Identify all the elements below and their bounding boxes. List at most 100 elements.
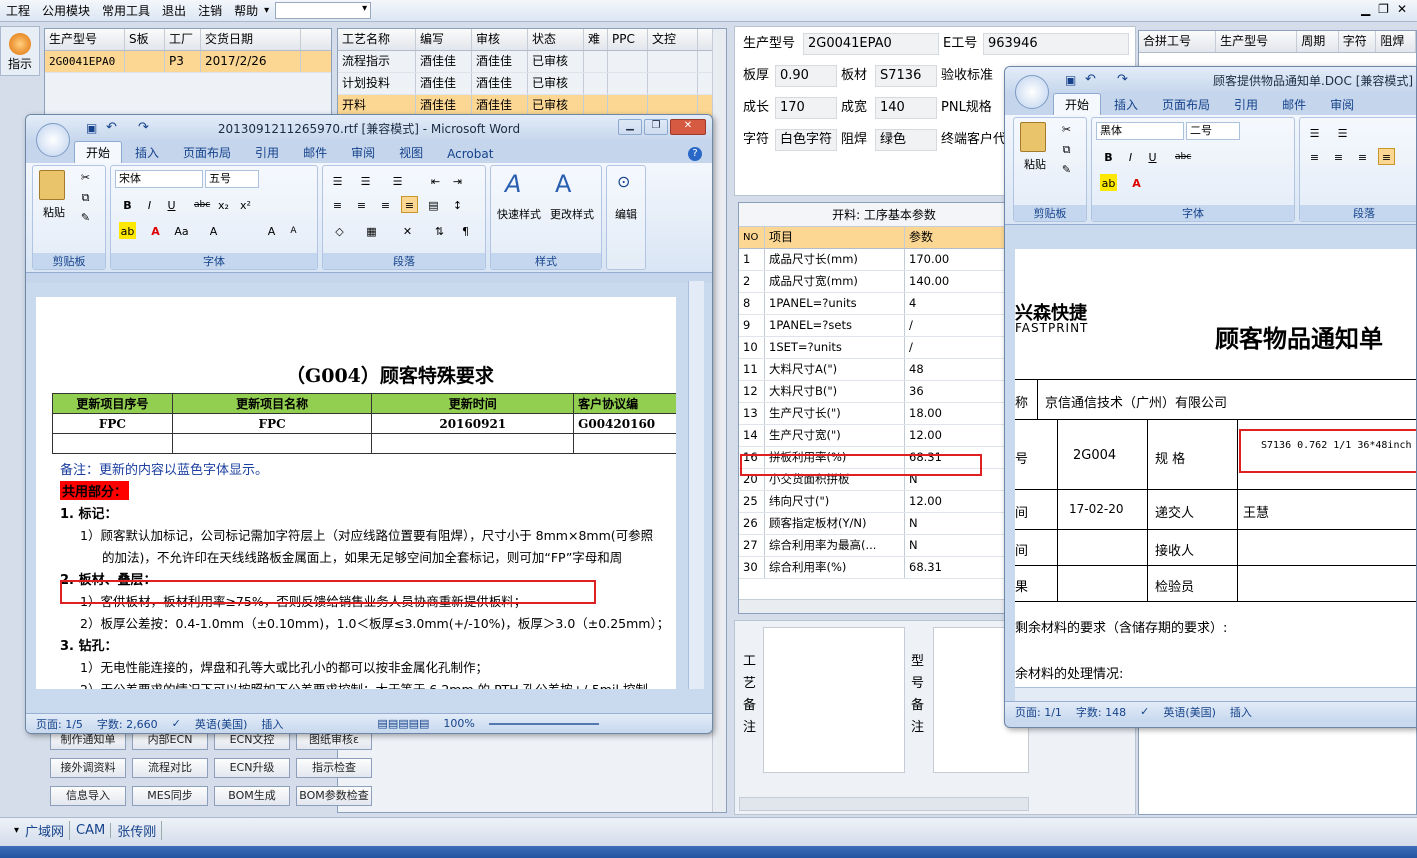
sort-icon[interactable]: ✕ bbox=[399, 222, 416, 239]
chevron-down-icon[interactable]: ▾ bbox=[264, 5, 269, 16]
mes-sync-button[interactable]: MES同步 bbox=[132, 786, 208, 806]
paste-button[interactable]: 粘贴 bbox=[37, 204, 71, 220]
highlight-icon[interactable]: ab bbox=[1100, 174, 1117, 191]
align-right-icon[interactable]: ≡ bbox=[1354, 148, 1371, 165]
table-row[interactable]: 30 综合利用率(%) 68.31 bbox=[739, 557, 1029, 579]
align-right-icon[interactable]: ≡ bbox=[377, 196, 394, 213]
increase-indent-icon[interactable]: ⇥ bbox=[449, 172, 466, 189]
subscript-icon[interactable]: x₂ bbox=[215, 196, 232, 213]
copy-icon[interactable]: ⧉ bbox=[77, 188, 94, 205]
menu-tools[interactable]: 常用工具 bbox=[96, 2, 156, 19]
eno-field[interactable]: 963946 bbox=[983, 33, 1129, 55]
table-row[interactable]: 9 1PANEL=?sets / bbox=[739, 315, 1029, 337]
char-shading-icon[interactable]: A bbox=[205, 222, 222, 239]
italic-icon[interactable]: I bbox=[1122, 148, 1139, 165]
tab-cam[interactable]: CAM bbox=[76, 823, 112, 838]
numbering-icon[interactable]: ☰ bbox=[357, 172, 374, 189]
format-painter-icon[interactable]: ✎ bbox=[1058, 160, 1075, 177]
info-import-button[interactable]: 信息导入 bbox=[50, 786, 126, 806]
bullets-icon[interactable]: ☰ bbox=[1306, 124, 1323, 141]
tab-mailings[interactable]: 邮件 bbox=[292, 142, 338, 163]
minimize-icon[interactable]: ▁ bbox=[1361, 2, 1370, 16]
table-row[interactable]: 27 综合利用率为最高(... N bbox=[739, 535, 1029, 557]
tab-wan[interactable]: 广域网 bbox=[25, 821, 71, 840]
language-indicator[interactable]: 英语(美国) bbox=[1163, 704, 1216, 720]
grow-font-icon[interactable]: A bbox=[263, 222, 280, 239]
restore-icon[interactable]: ❐ bbox=[644, 119, 668, 135]
tab-home[interactable]: 开始 bbox=[74, 141, 123, 163]
word-count[interactable]: 字数: 148 bbox=[1076, 704, 1126, 720]
vertical-scrollbar[interactable] bbox=[688, 281, 704, 689]
table-row[interactable]: 12 大料尺寸B(") 36 bbox=[739, 381, 1029, 403]
chevron-down-icon[interactable]: ▾ bbox=[14, 825, 19, 836]
redo-icon[interactable]: ↷ bbox=[1117, 72, 1128, 87]
col-s[interactable]: S板 bbox=[125, 29, 165, 50]
col-delivery[interactable]: 交货日期 bbox=[201, 29, 301, 50]
bold-icon[interactable]: B bbox=[1100, 148, 1117, 165]
bom-check-button[interactable]: BOM参数检查 bbox=[296, 786, 372, 806]
decrease-indent-icon[interactable]: ⇤ bbox=[427, 172, 444, 189]
toolbar-combo[interactable] bbox=[275, 2, 372, 19]
word1-document[interactable]: （G004）顾客特殊要求 更新项目序号 更新项目名称 更新时间 客户协议编 FP… bbox=[36, 297, 676, 689]
font-name-select[interactable]: 黑体 bbox=[1096, 122, 1184, 140]
paste-icon[interactable] bbox=[1020, 122, 1046, 152]
tab-view[interactable]: 视图 bbox=[388, 142, 434, 163]
change-case-icon[interactable]: Aa bbox=[173, 222, 190, 239]
tab-home[interactable]: 开始 bbox=[1053, 93, 1102, 115]
font-name-select[interactable]: 宋体 bbox=[115, 170, 203, 188]
align-left-icon[interactable]: ≡ bbox=[1306, 148, 1323, 165]
table-row[interactable]: 2G0041EPA0 P3 2017/2/26 bbox=[45, 51, 331, 73]
font-size-select[interactable]: 五号 bbox=[205, 170, 259, 188]
strikethrough-icon[interactable]: abc bbox=[193, 196, 210, 213]
borders-icon[interactable]: ▦ bbox=[363, 222, 380, 239]
vertical-scrollbar[interactable] bbox=[712, 29, 726, 812]
table-row[interactable]: 11 大料尺寸A(") 48 bbox=[739, 359, 1029, 381]
font-color-icon[interactable]: A bbox=[147, 222, 164, 239]
close-icon[interactable]: ✕ bbox=[1397, 2, 1407, 16]
horizontal-scrollbar[interactable] bbox=[739, 797, 1029, 811]
check-instruction-button[interactable]: 指示检查 bbox=[296, 758, 372, 778]
justify-icon[interactable]: ≡ bbox=[401, 196, 418, 213]
bullets-icon[interactable]: ☰ bbox=[329, 172, 346, 189]
highlight-icon[interactable]: ab bbox=[119, 222, 136, 239]
zoom-slider[interactable] bbox=[488, 722, 599, 725]
length-field[interactable]: 170 bbox=[775, 97, 837, 119]
word-count[interactable]: 字数: 2,660 bbox=[97, 716, 158, 732]
tab-insert[interactable]: 插入 bbox=[1103, 94, 1149, 115]
menu-help[interactable]: 帮助 bbox=[228, 2, 264, 19]
menu-project[interactable]: 工程 bbox=[0, 2, 36, 19]
tab-user[interactable]: 张传刚 bbox=[117, 821, 163, 840]
save-icon[interactable]: ▣ bbox=[86, 121, 97, 135]
show-marks-icon[interactable]: ¶ bbox=[457, 222, 474, 239]
table-row[interactable]: 10 1SET=?units / bbox=[739, 337, 1029, 359]
page-indicator[interactable]: 页面: 1/1 bbox=[1015, 704, 1062, 720]
table-row[interactable]: 25 纬向尺寸(") 12.00 bbox=[739, 491, 1029, 513]
ecn-upgrade-button[interactable]: ECN升级 bbox=[214, 758, 290, 778]
align-center-icon[interactable]: ≡ bbox=[353, 196, 370, 213]
align-center-icon[interactable]: ≡ bbox=[1330, 148, 1347, 165]
view-buttons[interactable]: ▤▤▤▤▤ bbox=[377, 717, 429, 730]
paste-button[interactable]: 粘贴 bbox=[1018, 156, 1052, 172]
cut-icon[interactable]: ✂ bbox=[1058, 120, 1075, 137]
restore-icon[interactable]: ❐ bbox=[1378, 2, 1389, 16]
tab-mailings[interactable]: 邮件 bbox=[1271, 94, 1317, 115]
distribute-icon[interactable]: ▤ bbox=[425, 196, 442, 213]
side-launcher[interactable]: 指示 bbox=[0, 26, 40, 76]
italic-icon[interactable]: I bbox=[141, 196, 158, 213]
underline-icon[interactable]: U bbox=[163, 196, 180, 213]
redo-icon[interactable]: ↷ bbox=[138, 120, 149, 135]
flow-compare-button[interactable]: 流程对比 bbox=[132, 758, 208, 778]
quick-styles-button[interactable]: 快速样式 bbox=[493, 206, 545, 222]
font-size-select[interactable]: 二号 bbox=[1186, 122, 1240, 140]
horizontal-scrollbar[interactable] bbox=[1015, 687, 1416, 701]
external-data-button[interactable]: 接外调资料 bbox=[50, 758, 126, 778]
language-indicator[interactable]: 英语(美国) bbox=[195, 716, 248, 732]
proofing-icon[interactable]: ✓ bbox=[172, 717, 181, 730]
format-painter-icon[interactable]: ✎ bbox=[77, 208, 94, 225]
line-spacing-icon[interactable]: ↕ bbox=[449, 196, 466, 213]
page-indicator[interactable]: 页面: 1/5 bbox=[36, 716, 83, 732]
table-row[interactable]: 13 生产尺寸长(") 18.00 bbox=[739, 403, 1029, 425]
tab-layout[interactable]: 页面布局 bbox=[172, 142, 242, 163]
process-remark-box[interactable] bbox=[763, 627, 905, 773]
multilevel-icon[interactable]: ☰ bbox=[389, 172, 406, 189]
